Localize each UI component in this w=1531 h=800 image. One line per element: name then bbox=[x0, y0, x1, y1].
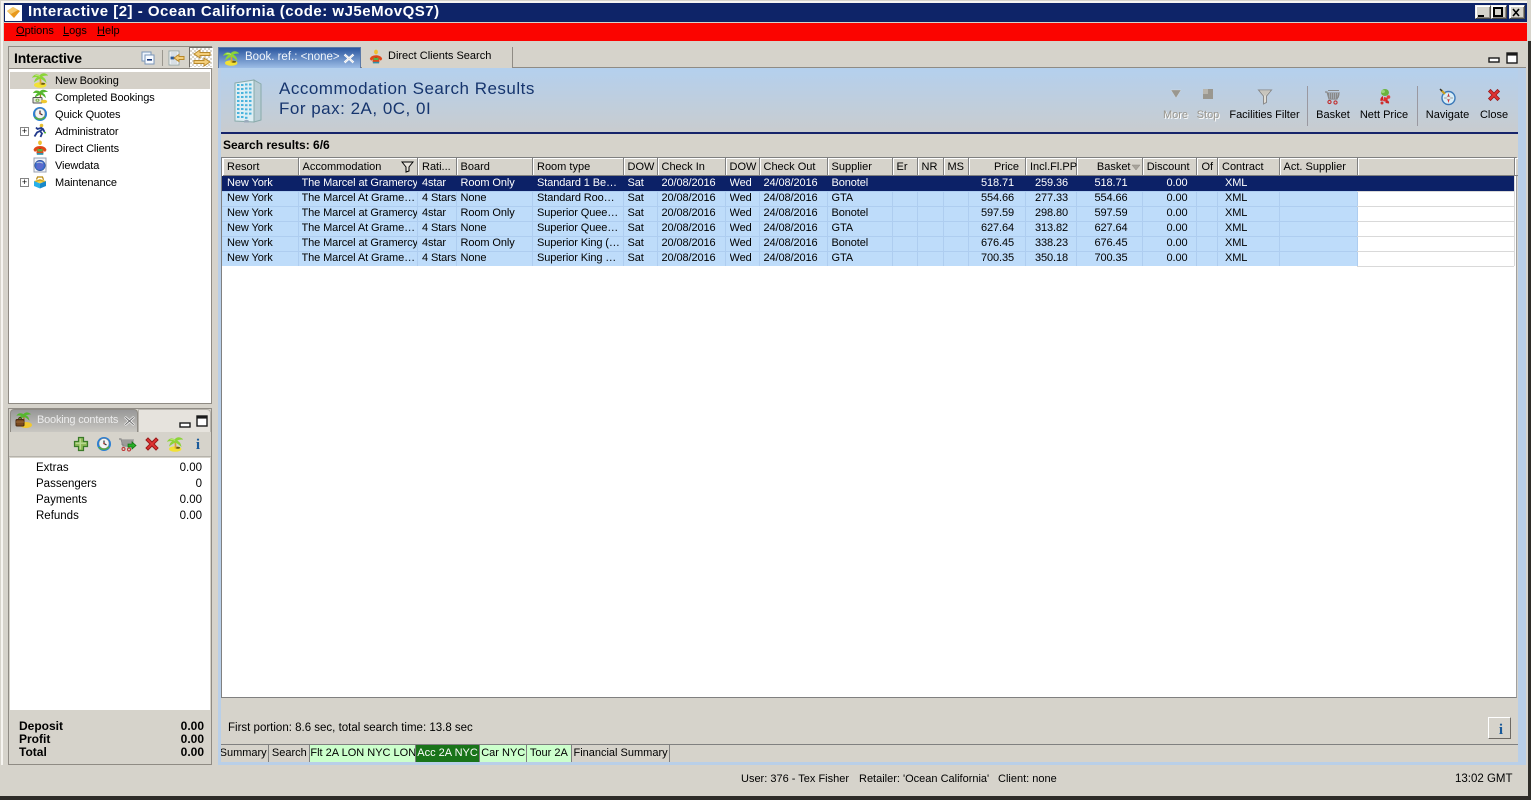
svg-text:i: i bbox=[1499, 722, 1503, 736]
svg-text:i: i bbox=[196, 437, 200, 451]
